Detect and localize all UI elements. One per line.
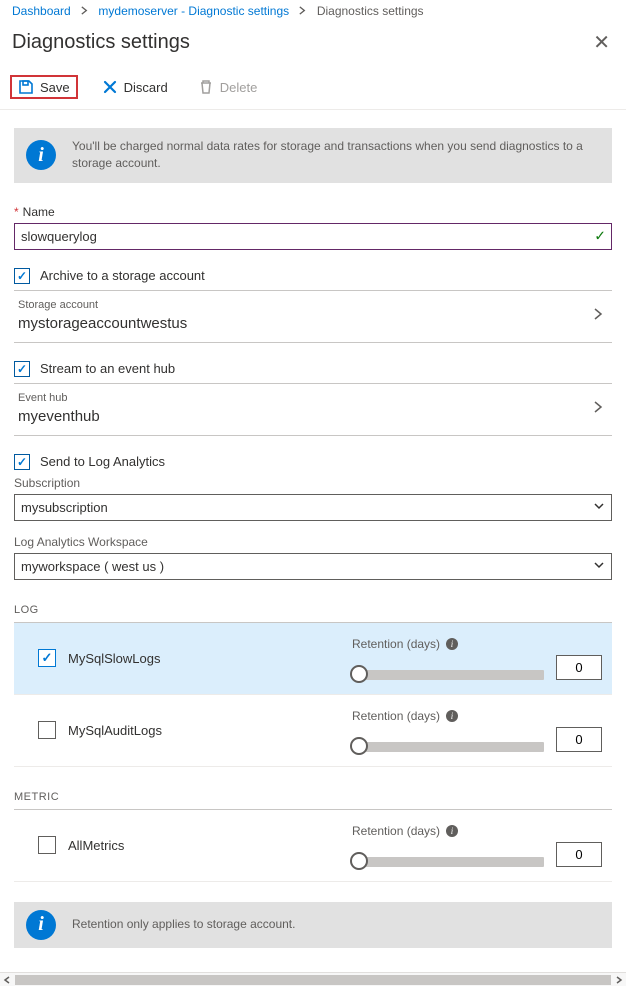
breadcrumb-server[interactable]: mydemoserver - Diagnostic settings (98, 4, 289, 18)
storage-value: mystorageaccountwestus (18, 315, 592, 332)
chevron-down-icon (593, 500, 605, 515)
delete-label: Delete (220, 80, 258, 95)
name-input[interactable] (14, 223, 612, 250)
archive-checkbox[interactable] (14, 268, 30, 284)
scrollbar-thumb[interactable] (15, 975, 611, 985)
chevron-right-icon (592, 308, 604, 323)
mysqlauditlogs-checkbox[interactable] (38, 721, 56, 739)
eventhub-value: myeventhub (18, 408, 592, 425)
mysqlslowlogs-name: MySqlSlowLogs (68, 651, 340, 666)
info-banner-retention: i Retention only applies to storage acco… (14, 902, 612, 948)
retention-input[interactable] (556, 655, 602, 680)
save-label: Save (40, 80, 70, 95)
metric-row-allmetrics: AllMetrics Retention (days) i (14, 810, 612, 882)
slider-thumb[interactable] (350, 852, 368, 870)
chevron-down-icon (593, 559, 605, 574)
horizontal-scrollbar[interactable] (0, 972, 626, 986)
event-hub-selector[interactable]: Event hub myeventhub (14, 383, 612, 436)
name-label: *Name (14, 205, 612, 219)
save-icon (18, 79, 34, 95)
workspace-value: myworkspace ( west us ) (21, 559, 164, 574)
slider-thumb[interactable] (350, 665, 368, 683)
log-row-mysqlauditlogs: MySqlAuditLogs Retention (days) i (14, 695, 612, 767)
retention-label: Retention (days) (352, 824, 440, 838)
mysqlslowlogs-checkbox[interactable] (38, 649, 56, 667)
chevron-right-icon (80, 6, 89, 15)
stream-checkbox[interactable] (14, 361, 30, 377)
breadcrumb: Dashboard mydemoserver - Diagnostic sett… (0, 0, 626, 18)
slider-thumb[interactable] (350, 737, 368, 755)
chevron-right-icon (298, 6, 307, 15)
storage-account-selector[interactable]: Storage account mystorageaccountwestus (14, 290, 612, 343)
allmetrics-name: AllMetrics (68, 838, 340, 853)
info-icon[interactable]: i (446, 825, 458, 837)
discard-label: Discard (124, 80, 168, 95)
allmetrics-checkbox[interactable] (38, 836, 56, 854)
stream-label: Stream to an event hub (40, 361, 175, 376)
info-text: Retention only applies to storage accoun… (72, 916, 295, 933)
log-row-mysqlslowlogs: MySqlSlowLogs Retention (days) i (14, 623, 612, 695)
info-icon[interactable]: i (446, 638, 458, 650)
info-icon: i (26, 910, 56, 940)
breadcrumb-dashboard[interactable]: Dashboard (12, 4, 71, 18)
page-title: Diagnostics settings (12, 31, 589, 54)
toolbar: Save Discard Delete (0, 69, 626, 110)
discard-button[interactable]: Discard (96, 75, 174, 99)
scroll-left-icon[interactable] (0, 973, 14, 987)
storage-label: Storage account (18, 299, 592, 311)
subscription-dropdown[interactable]: mysubscription (14, 494, 612, 521)
send-log-analytics-label: Send to Log Analytics (40, 454, 165, 469)
info-text: You'll be charged normal data rates for … (72, 138, 600, 173)
retention-label: Retention (days) (352, 709, 440, 723)
info-banner-charges: i You'll be charged normal data rates fo… (14, 128, 612, 183)
breadcrumb-current: Diagnostics settings (317, 4, 424, 18)
metric-section-header: METRIC (14, 791, 612, 810)
retention-input[interactable] (556, 727, 602, 752)
retention-slider[interactable] (352, 857, 544, 867)
chevron-right-icon (592, 401, 604, 416)
mysqlauditlogs-name: MySqlAuditLogs (68, 723, 340, 738)
archive-label: Archive to a storage account (40, 268, 205, 283)
info-icon: i (26, 140, 56, 170)
scroll-right-icon[interactable] (612, 973, 626, 987)
retention-slider[interactable] (352, 670, 544, 680)
log-section-header: LOG (14, 604, 612, 623)
validation-check-icon: ✓ (594, 228, 606, 245)
close-icon[interactable]: ✕ (589, 26, 614, 59)
panel-header: Diagnostics settings ✕ (0, 18, 626, 69)
retention-label: Retention (days) (352, 637, 440, 651)
send-log-analytics-checkbox[interactable] (14, 454, 30, 470)
delete-icon (198, 79, 214, 95)
save-button[interactable]: Save (10, 75, 78, 99)
retention-input[interactable] (556, 842, 602, 867)
delete-button[interactable]: Delete (192, 75, 264, 99)
discard-icon (102, 79, 118, 95)
workspace-dropdown[interactable]: myworkspace ( west us ) (14, 553, 612, 580)
retention-slider[interactable] (352, 742, 544, 752)
info-icon[interactable]: i (446, 710, 458, 722)
eventhub-label: Event hub (18, 392, 592, 404)
workspace-label: Log Analytics Workspace (14, 535, 612, 549)
subscription-label: Subscription (14, 476, 612, 490)
subscription-value: mysubscription (21, 500, 108, 515)
